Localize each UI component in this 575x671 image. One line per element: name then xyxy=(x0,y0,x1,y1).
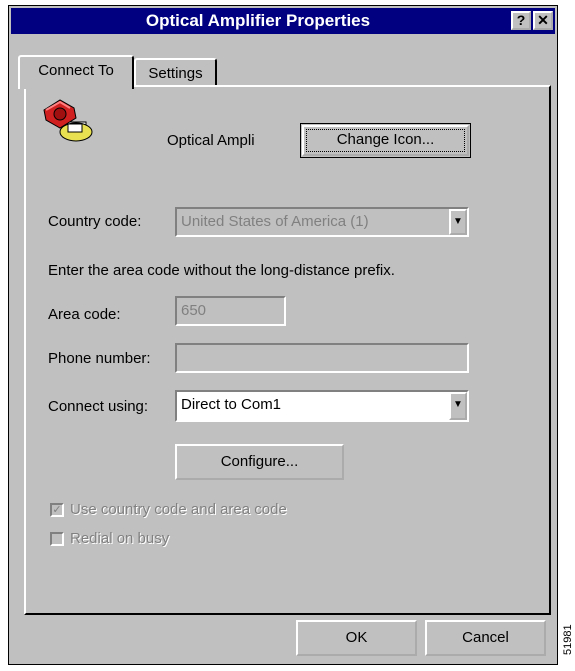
tab-connect-to-label: Connect To xyxy=(38,62,114,79)
use-codes-label: Use country code and area code xyxy=(70,501,287,518)
configure-button[interactable]: Configure... xyxy=(175,444,344,480)
change-icon-button[interactable]: Change Icon... xyxy=(300,123,471,158)
phone-number-input[interactable] xyxy=(175,343,469,373)
area-code-label: Area code: xyxy=(48,306,121,323)
cancel-button[interactable]: Cancel xyxy=(425,620,546,656)
use-codes-checkbox[interactable]: ✓ xyxy=(50,503,64,517)
title-bar[interactable]: Optical Amplifier Properties ? ✕ xyxy=(11,8,555,34)
phone-icon xyxy=(43,99,93,142)
country-code-select[interactable]: United States of America (1) ▼ xyxy=(175,207,469,237)
connection-icon xyxy=(40,96,102,146)
ok-button[interactable]: OK xyxy=(296,620,417,656)
close-button[interactable]: ✕ xyxy=(533,11,553,30)
connect-using-value: Direct to Com1 xyxy=(181,396,282,413)
connect-using-label: Connect using: xyxy=(48,398,149,415)
country-code-value: United States of America (1) xyxy=(181,213,369,230)
area-code-value: 650 xyxy=(181,302,207,319)
phone-number-label: Phone number: xyxy=(48,350,151,367)
configure-label: Configure... xyxy=(220,453,299,470)
change-icon-label: Change Icon... xyxy=(336,131,435,148)
cancel-label: Cancel xyxy=(462,629,509,646)
connection-name: Optical Ampli xyxy=(167,132,255,149)
connect-using-select[interactable]: Direct to Com1 ▼ xyxy=(175,390,469,422)
area-code-instructions: Enter the area code without the long-dis… xyxy=(48,262,395,279)
chevron-down-icon[interactable]: ▼ xyxy=(449,392,467,420)
tab-connect-to[interactable]: Connect To xyxy=(18,55,134,89)
ok-label: OK xyxy=(345,629,368,646)
chevron-down-icon[interactable]: ▼ xyxy=(449,209,467,235)
tab-settings-label: Settings xyxy=(148,65,203,82)
help-button[interactable]: ? xyxy=(511,11,531,30)
area-code-input[interactable]: 650 xyxy=(175,296,286,326)
window-title: Optical Amplifier Properties xyxy=(145,11,371,30)
tab-settings[interactable]: Settings xyxy=(134,58,217,88)
redial-label: Redial on busy xyxy=(70,530,170,547)
side-caption: 51981 xyxy=(562,624,574,655)
redial-checkbox[interactable] xyxy=(50,532,64,546)
country-code-label: Country code: xyxy=(48,213,142,230)
